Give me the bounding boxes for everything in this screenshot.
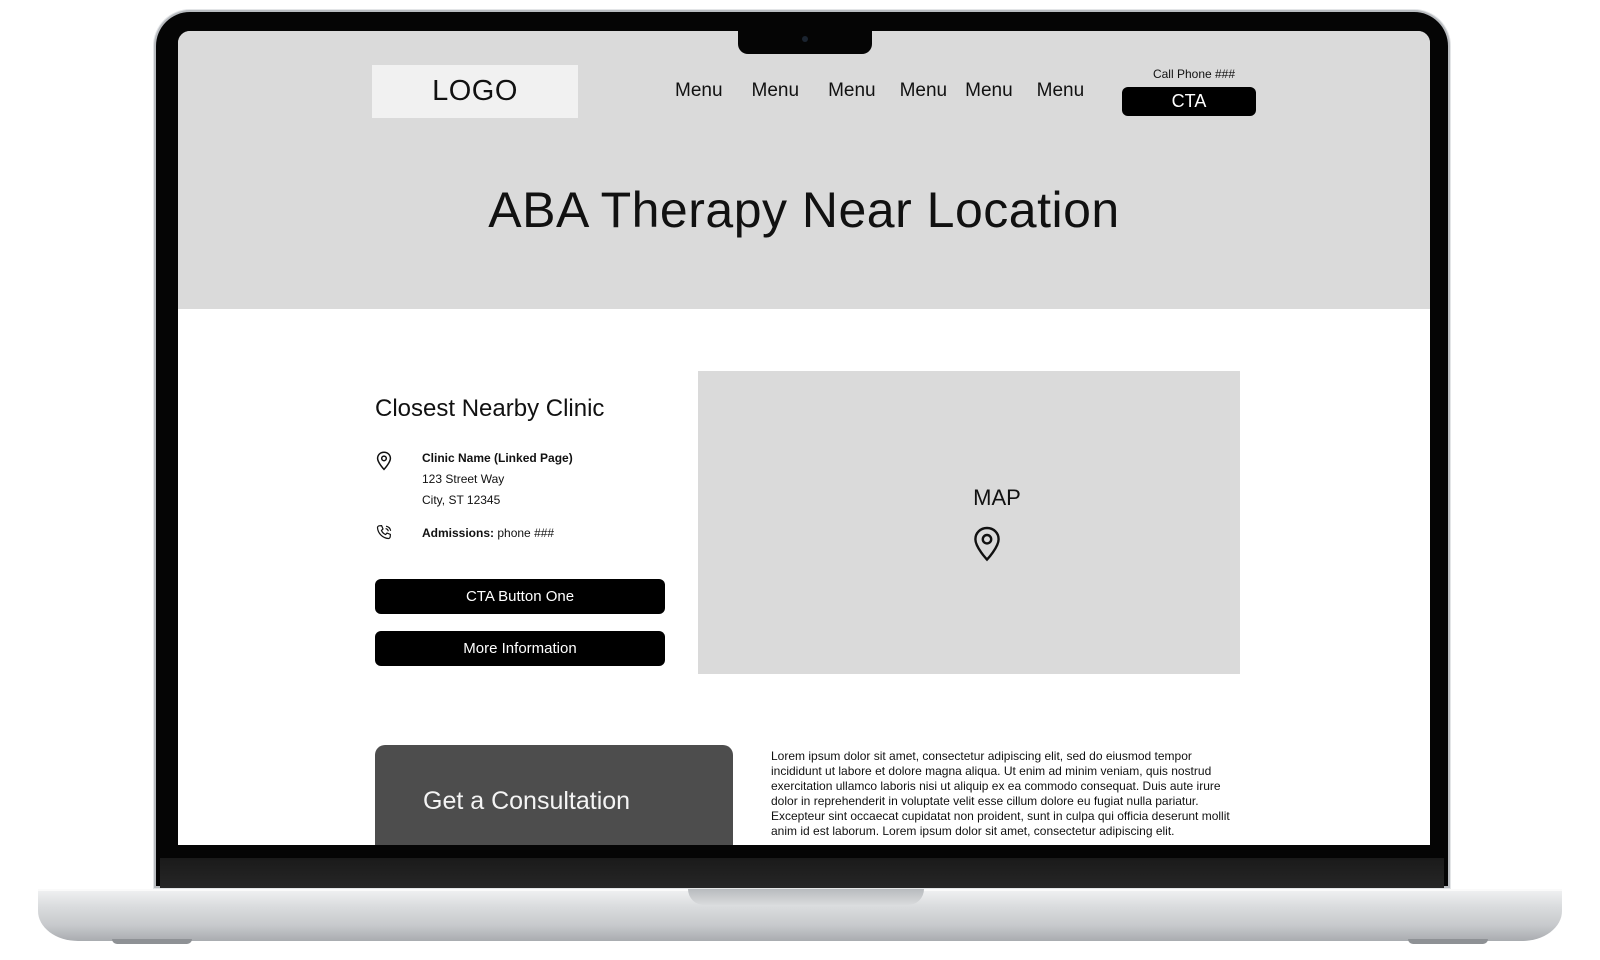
clinic-city: City, ST 12345	[422, 493, 501, 507]
laptop-screen: LOGO Menu Menu Menu Menu Menu Menu Call …	[178, 31, 1430, 845]
header-cta-button[interactable]: CTA	[1122, 87, 1256, 116]
clinic-admissions: Admissions: phone ###	[422, 526, 554, 540]
nav-menu-1[interactable]: Menu	[675, 80, 723, 110]
nav-menu-5[interactable]: Menu	[965, 80, 1013, 110]
consultation-title: Get a Consultation	[423, 787, 631, 815]
laptop-foot-left	[112, 939, 192, 944]
consultation-card[interactable]: Get a Consultation	[375, 745, 733, 845]
page-title: ABA Therapy Near Location	[488, 182, 1120, 238]
nav-menu-6[interactable]: Menu	[1037, 80, 1085, 110]
nav-menu-4[interactable]: Menu	[900, 80, 948, 110]
cta-button-one[interactable]: CTA Button One	[375, 579, 665, 614]
laptop-bezel-bottom	[160, 858, 1444, 888]
logo[interactable]: LOGO	[372, 65, 578, 118]
main-nav: Menu Menu Menu Menu Menu Menu	[675, 80, 1084, 110]
map-pin-icon	[974, 526, 1000, 562]
laptop-foot-right	[1408, 939, 1488, 944]
laptop-opening-notch	[688, 889, 924, 905]
body-paragraph: Lorem ipsum dolor sit amet, consectetur …	[771, 749, 1230, 838]
clinic-heading: Closest Nearby Clinic	[375, 395, 605, 422]
call-phone-text[interactable]: Call Phone ###	[1124, 67, 1264, 81]
camera-icon	[802, 36, 808, 42]
admissions-label: Admissions:	[422, 526, 495, 540]
clinic-street: 123 Street Way	[422, 472, 505, 486]
admissions-phone[interactable]: phone ###	[497, 526, 554, 540]
phone-icon	[376, 525, 392, 540]
camera-notch	[738, 31, 872, 54]
map-placeholder[interactable]: MAP	[698, 371, 1240, 674]
hero-section: LOGO Menu Menu Menu Menu Menu Menu Call …	[178, 31, 1430, 309]
location-pin-icon	[376, 451, 392, 471]
map-label: MAP	[973, 485, 1021, 510]
clinic-name-link[interactable]: Clinic Name (Linked Page)	[422, 451, 573, 465]
nav-menu-2[interactable]: Menu	[752, 80, 800, 110]
nav-menu-3[interactable]: Menu	[828, 80, 876, 110]
more-information-button[interactable]: More Information	[375, 631, 665, 666]
